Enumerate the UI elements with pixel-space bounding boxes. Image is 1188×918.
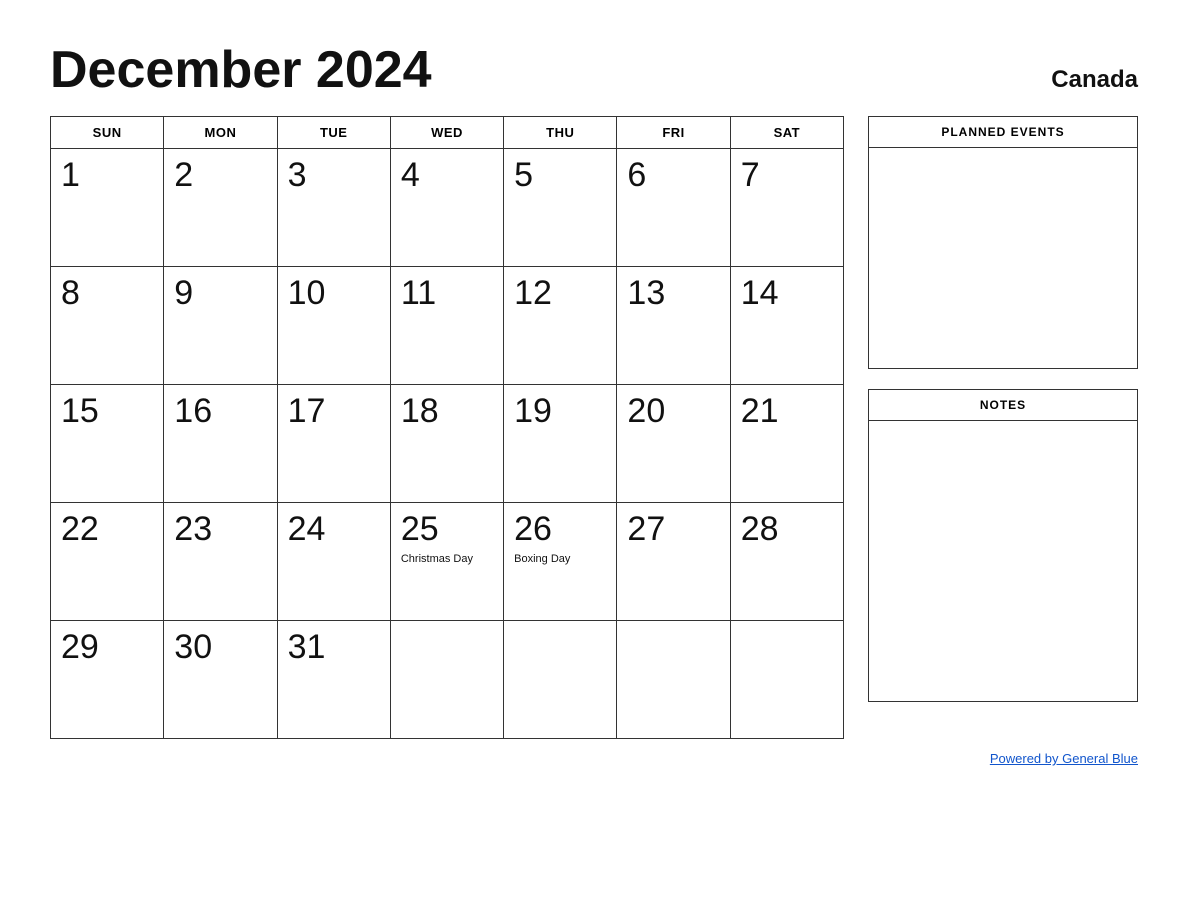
calendar-cell [617,621,730,739]
planned-events-body [869,148,1137,368]
calendar-week-row: 89 10 11 12 13 14 [51,267,844,385]
day-number: 27 [627,511,719,548]
calendar-cell: 19 [504,385,617,503]
calendar-cell: 12 [504,267,617,385]
calendar-cell [390,621,503,739]
day-number: 19 [514,393,606,430]
calendar-cell: 18 [390,385,503,503]
day-number: 4 [401,157,493,194]
weekday-header-row: SUN MON TUE WED THU FRI SAT [51,117,844,149]
day-number: 30 [174,629,266,666]
day-number: 12 [514,275,606,312]
calendar-week-row: 22 23 24 25 Christmas Day 26 Boxing Day 27 28 [51,503,844,621]
calendar-cell: 28 [730,503,843,621]
calendar-cell: 27 [617,503,730,621]
calendar-cell: 22 [51,503,164,621]
weekday-thu: THU [504,117,617,149]
day-number: 14 [741,275,833,312]
day-number: 18 [401,393,493,430]
day-number: 23 [174,511,266,548]
calendar-cell: 14 [730,267,843,385]
calendar-cell: 2 [164,149,277,267]
calendar-page: December 2024 Canada SUN MON TUE WED THU… [0,0,1188,918]
calendar-cell: 23 [164,503,277,621]
day-number: 2 [174,157,266,194]
calendar-cell: 15 [51,385,164,503]
calendar-cell: 21 [730,385,843,503]
calendar-cell [504,621,617,739]
notes-header: NOTES [869,390,1137,421]
day-number: 31 [288,629,380,666]
calendar-cell: 17 [277,385,390,503]
calendar-cell: 16 [164,385,277,503]
day-number: 22 [61,511,153,548]
day-number: 6 [627,157,719,194]
day-number: 1 [61,157,153,194]
day-number: 29 [61,629,153,666]
notes-box: NOTES [868,389,1138,702]
country-title: Canada [1051,66,1138,94]
calendar-cell: 7 [730,149,843,267]
main-content: SUN MON TUE WED THU FRI SAT 123456789101… [50,116,1138,739]
calendar-cell: 4 [390,149,503,267]
calendar-cell: 9 [164,267,277,385]
calendar-cell: 29 [51,621,164,739]
notes-body [869,421,1137,701]
holiday-label: Christmas Day [401,552,493,566]
calendar-cell: 13 [617,267,730,385]
calendar-cell: 6 [617,149,730,267]
calendar-week-row: 15 16 17 18 19 20 21 [51,385,844,503]
day-number: 25 [401,511,493,548]
calendar-cell: 1 [51,149,164,267]
calendar-cell: 20 [617,385,730,503]
weekday-fri: FRI [617,117,730,149]
day-number: 15 [61,393,153,430]
sidebar: PLANNED EVENTS NOTES [868,116,1138,739]
calendar-cell: 3 [277,149,390,267]
weekday-sun: SUN [51,117,164,149]
calendar-week-row: 29 30 31 [51,621,844,739]
calendar-cell: 26 Boxing Day [504,503,617,621]
day-number: 11 [401,275,493,312]
day-number: 26 [514,511,606,548]
weekday-sat: SAT [730,117,843,149]
weekday-wed: WED [390,117,503,149]
powered-by-footer: Powered by General Blue [50,751,1138,766]
planned-events-box: PLANNED EVENTS [868,116,1138,369]
calendar-cell: 31 [277,621,390,739]
weekday-tue: TUE [277,117,390,149]
calendar-cell: 24 [277,503,390,621]
calendar-cell: 5 [504,149,617,267]
day-number: 16 [174,393,266,430]
day-number: 5 [514,157,606,194]
calendar-section: SUN MON TUE WED THU FRI SAT 123456789101… [50,116,844,739]
calendar-table: SUN MON TUE WED THU FRI SAT 123456789101… [50,116,844,739]
weekday-mon: MON [164,117,277,149]
planned-events-header: PLANNED EVENTS [869,117,1137,148]
calendar-cell: 11 [390,267,503,385]
day-number: 28 [741,511,833,548]
calendar-cell: 10 [277,267,390,385]
month-title: December 2024 [50,40,432,100]
holiday-label: Boxing Day [514,552,606,566]
calendar-cell: 8 [51,267,164,385]
day-number: 3 [288,157,380,194]
day-number: 21 [741,393,833,430]
day-number: 17 [288,393,380,430]
calendar-week-row: 1234567 [51,149,844,267]
day-number: 7 [741,157,833,194]
day-number: 9 [174,275,266,312]
calendar-cell: 30 [164,621,277,739]
calendar-cell: 25 Christmas Day [390,503,503,621]
day-number: 24 [288,511,380,548]
day-number: 20 [627,393,719,430]
day-number: 8 [61,275,153,312]
page-header: December 2024 Canada [50,40,1138,100]
calendar-cell [730,621,843,739]
day-number: 10 [288,275,380,312]
powered-by-link[interactable]: Powered by General Blue [990,751,1138,766]
day-number: 13 [627,275,719,312]
